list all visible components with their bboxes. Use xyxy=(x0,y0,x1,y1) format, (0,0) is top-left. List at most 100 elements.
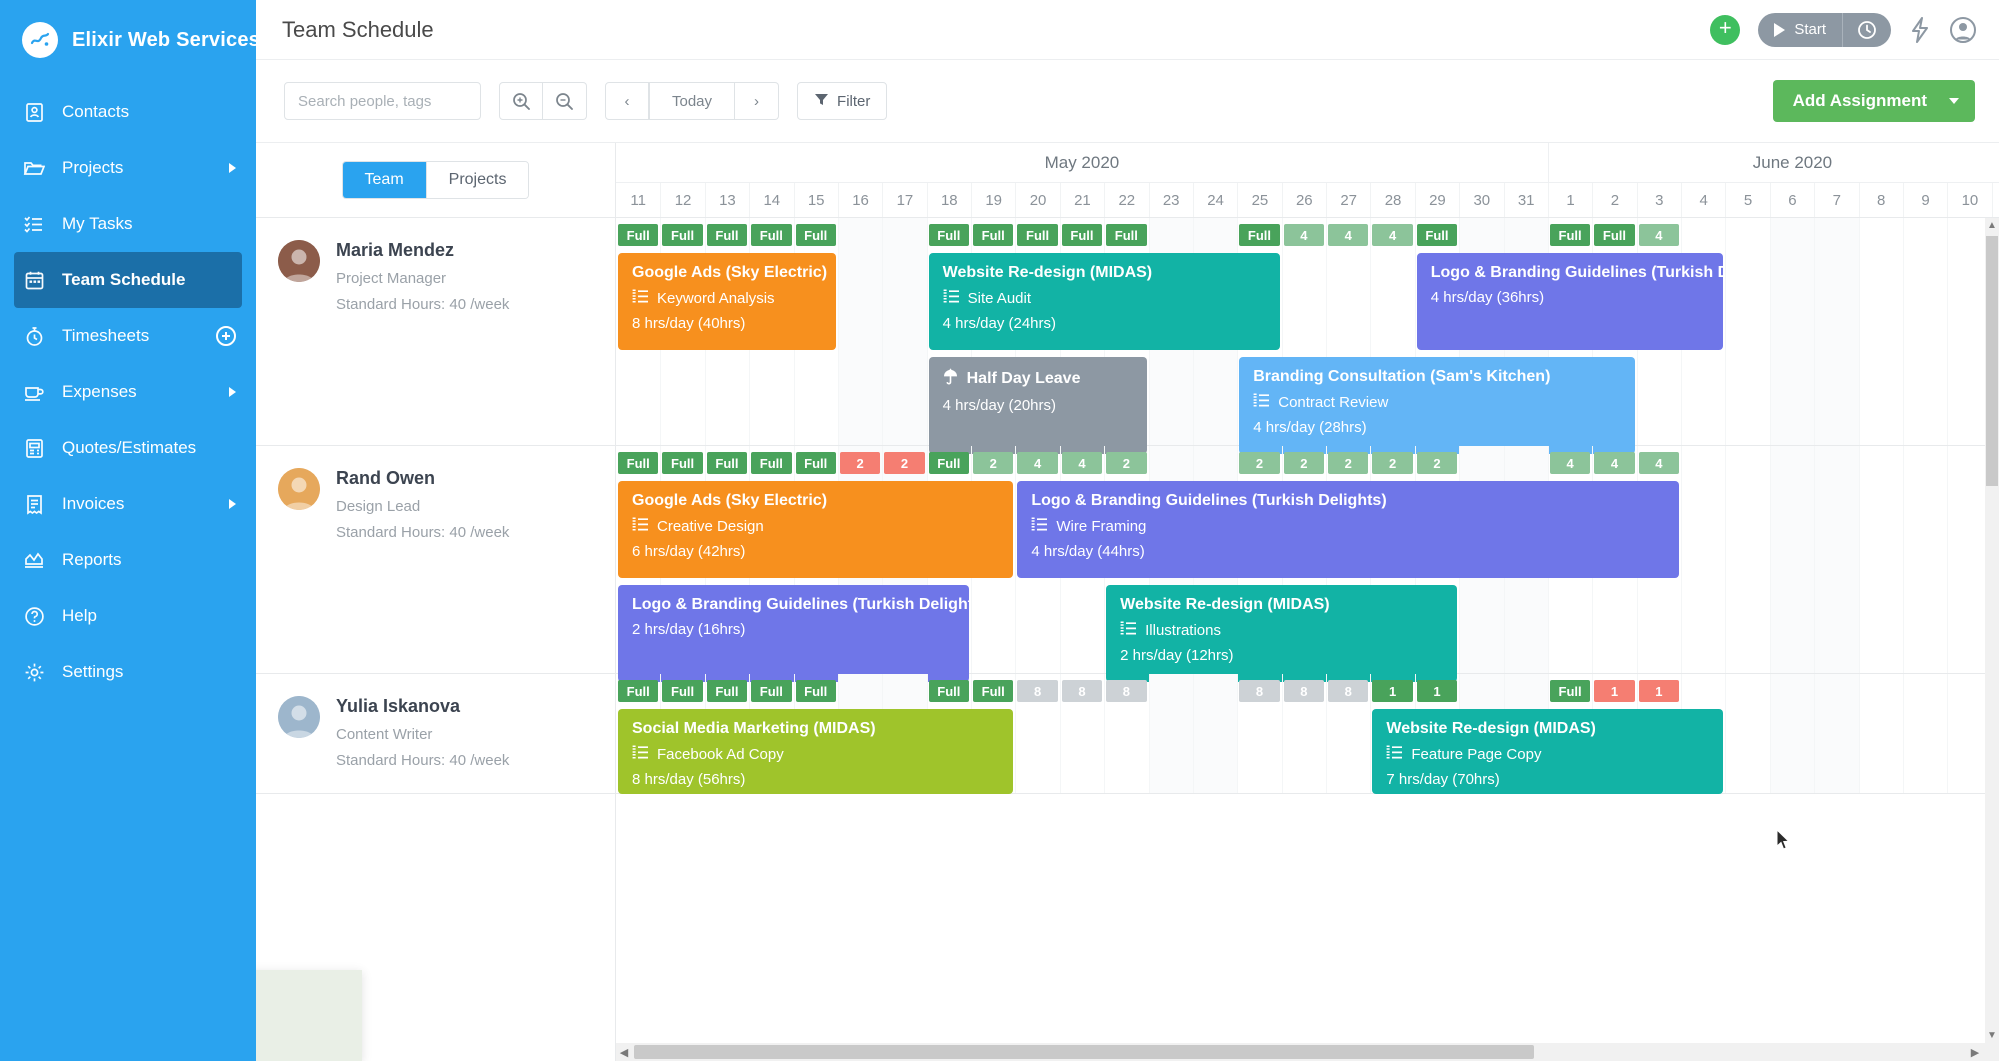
lightning-bolt-icon[interactable] xyxy=(1909,16,1931,43)
schedule-row[interactable]: Full Full Full Full Full Full Full Full Full Full… xyxy=(616,218,1999,454)
day-column[interactable] xyxy=(1725,446,1769,673)
scroll-left-arrow[interactable]: ◀ xyxy=(616,1046,632,1059)
capacity-chip: 1 xyxy=(1372,680,1413,702)
sidebar-item-help[interactable]: Help xyxy=(0,588,256,644)
sidebar-item-team-schedule[interactable]: Team Schedule xyxy=(14,252,242,308)
chevron-right-icon[interactable] xyxy=(229,163,236,173)
capacity-chip: 1 xyxy=(1594,680,1635,702)
assignment-block[interactable]: Website Re-design (MIDAS) Site Audit 4 hrs… xyxy=(928,253,1280,350)
capacity-chip: 8 xyxy=(1106,680,1147,702)
timer-start-button[interactable]: Start xyxy=(1758,12,1843,47)
assignment-block[interactable]: Social Media Marketing (MIDAS) Facebook A… xyxy=(618,709,1014,794)
sidebar-item-quotes-estimates[interactable]: Quotes/Estimates xyxy=(0,420,256,476)
sidebar-item-settings[interactable]: Settings xyxy=(0,644,256,700)
assignment-block[interactable]: Branding Consultation (Sam's Kitchen) Con… xyxy=(1239,357,1635,454)
day-column[interactable] xyxy=(1858,674,1903,793)
day-column[interactable] xyxy=(1769,218,1815,445)
assignment-block[interactable]: Half Day Leave 4 hrs/day (20hrs) xyxy=(928,357,1147,454)
avatar[interactable] xyxy=(278,468,320,510)
assignment-block[interactable]: Logo & Branding Guidelines (Turkish Deli… xyxy=(618,585,969,682)
sidebar-item-projects[interactable]: Projects xyxy=(0,140,256,196)
schedule-row[interactable]: Full Full Full Full Full 2 2 Full 2 4 4 2 2 2 2 2 2 4 4 4 Go… xyxy=(616,446,1999,682)
day-column[interactable] xyxy=(1814,674,1859,793)
assignment-block[interactable]: Logo & Branding Guidelines (Turkish Deli… xyxy=(1017,481,1679,578)
day-header-row: 11 12 13 14 15 16 17 18 19 20 21 22 23 24 25 26 27 28 29 30… xyxy=(616,183,1999,218)
schedule-row[interactable]: Full Full Full Full Full Full Full 8 8 8 8 8 8 1 1 Full… xyxy=(616,674,1999,794)
timer-control[interactable]: Start xyxy=(1758,12,1891,47)
tab-team[interactable]: Team xyxy=(342,162,426,198)
scroll-up-arrow[interactable]: ▲ xyxy=(1985,218,1999,231)
today-button[interactable]: Today xyxy=(649,82,736,120)
day-column[interactable] xyxy=(1858,446,1903,673)
day-column[interactable] xyxy=(1814,446,1859,673)
day-header-cell: 3 xyxy=(1636,183,1681,217)
sidebar-item-contacts[interactable]: Contacts xyxy=(0,84,256,140)
capacity-chip: Full xyxy=(928,680,969,702)
day-column[interactable] xyxy=(1725,674,1769,793)
plus-icon[interactable]: + xyxy=(1710,14,1741,45)
day-header-cell: 10 xyxy=(1947,183,1991,217)
assignment-block[interactable]: Google Ads (Sky Electric) Keyword Analysi… xyxy=(618,253,836,350)
day-column[interactable] xyxy=(1814,218,1859,445)
vertical-scroll-thumb[interactable] xyxy=(1986,236,1998,486)
assignment-block[interactable]: Logo & Branding Guidelines (Turkish Deli… xyxy=(1416,253,1724,350)
chevron-right-icon[interactable] xyxy=(229,387,236,397)
filter-button[interactable]: Filter xyxy=(797,82,888,120)
scroll-down-arrow[interactable]: ▼ xyxy=(1985,1030,1999,1041)
assignment-hours: 4 hrs/day (28hrs) xyxy=(1253,419,1367,436)
capacity-chip: 8 xyxy=(1061,680,1103,702)
sidebar-item-timesheets[interactable]: Timesheets xyxy=(0,308,256,364)
day-column[interactable] xyxy=(837,218,883,445)
next-period-button[interactable]: › xyxy=(735,82,780,120)
assignment-block[interactable]: Website Re-design (MIDAS) Illustrations 2 … xyxy=(1106,585,1458,682)
person-card[interactable]: Maria Mendez Project Manager Standard Hour… xyxy=(256,218,615,446)
prev-period-button[interactable]: ‹ xyxy=(605,82,649,120)
add-timesheet-icon[interactable] xyxy=(216,326,236,346)
day-column[interactable] xyxy=(1902,446,1947,673)
person-card[interactable]: Rand Owen Design Lead Standard Hours: 40 /… xyxy=(256,446,615,674)
avatar[interactable] xyxy=(278,696,320,738)
brand[interactable]: Elixir Web Services xyxy=(0,0,260,84)
capacity-chip: Full xyxy=(1239,224,1280,246)
day-header-cell: 22 xyxy=(1104,183,1148,217)
assignment-hours: 4 hrs/day (36hrs) xyxy=(1430,289,1545,306)
day-column[interactable] xyxy=(1769,446,1815,673)
sidebar-item-label: Quotes/Estimates xyxy=(62,438,197,457)
day-column[interactable] xyxy=(1681,446,1725,673)
clock-icon[interactable] xyxy=(1843,13,1891,47)
user-account-icon[interactable] xyxy=(1949,16,1977,44)
day-header-cell: 2 xyxy=(1592,183,1636,217)
horizontal-scrollbar[interactable]: ◀ ▶ xyxy=(616,1043,1999,1061)
chevron-right-icon[interactable] xyxy=(229,499,236,509)
day-column[interactable] xyxy=(882,218,927,445)
zoom-in-icon[interactable] xyxy=(499,82,543,120)
chevron-down-icon[interactable] xyxy=(1945,98,1975,104)
assignment-title-label: Half Day Leave xyxy=(966,370,1081,387)
assignment-block[interactable]: Google Ads (Sky Electric) Creative Design… xyxy=(618,481,1014,578)
day-column[interactable] xyxy=(1769,674,1815,793)
person-card[interactable]: Yulia Iskanova Content Writer Standard Hou… xyxy=(256,674,615,794)
day-column[interactable] xyxy=(1192,674,1238,793)
day-column[interactable] xyxy=(1148,674,1193,793)
assignment-block[interactable]: Website Re-design (MIDAS) Feature Page Co… xyxy=(1372,709,1724,794)
tab-projects[interactable]: Projects xyxy=(425,162,529,198)
add-assignment-label: Add Assignment xyxy=(1792,91,1927,110)
search-input[interactable]: Search people, tags xyxy=(284,82,481,120)
scroll-right-arrow[interactable]: ▶ xyxy=(1967,1046,1983,1059)
add-assignment-button[interactable]: Add Assignment xyxy=(1772,80,1975,122)
sidebar-item-invoices[interactable]: Invoices xyxy=(0,476,256,532)
avatar[interactable] xyxy=(278,240,320,282)
sidebar-item-expenses[interactable]: Expenses xyxy=(0,364,256,420)
day-column[interactable] xyxy=(1858,218,1903,445)
capacity-chip: 1 xyxy=(1416,680,1458,702)
zoom-out-icon[interactable] xyxy=(543,82,587,120)
day-column[interactable] xyxy=(1902,674,1947,793)
sidebar-item-my-tasks[interactable]: My Tasks xyxy=(0,196,256,252)
day-column[interactable] xyxy=(1725,218,1769,445)
quote-document-icon xyxy=(22,438,46,459)
capacity-chip: 4 xyxy=(1594,452,1635,474)
sidebar-item-reports[interactable]: Reports xyxy=(0,532,256,588)
vertical-scrollbar[interactable]: ▲ ▼ xyxy=(1985,218,1999,1043)
horizontal-scroll-thumb[interactable] xyxy=(634,1045,1534,1059)
day-column[interactable] xyxy=(1902,218,1947,445)
